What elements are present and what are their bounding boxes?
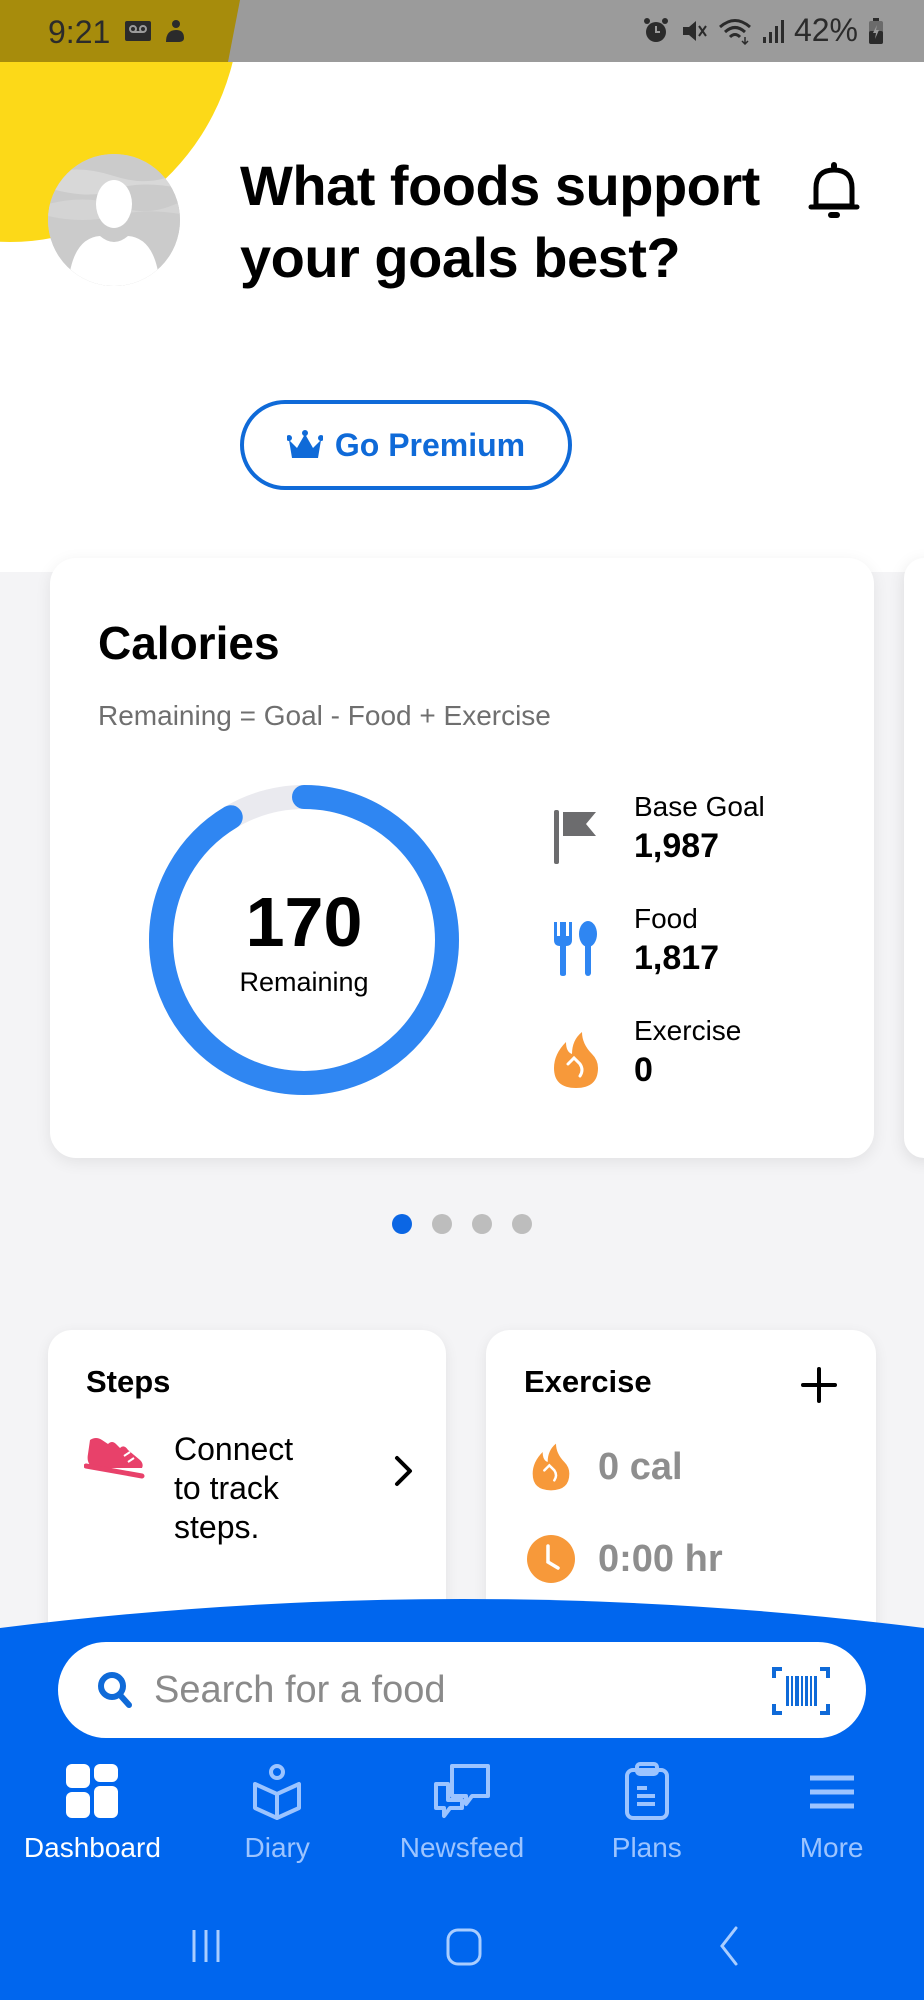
stat-value: 1,987 (634, 827, 720, 865)
notification-app-icon (166, 20, 184, 42)
remaining-label: Remaining (239, 966, 369, 997)
exercise-calories: 0 cal (598, 1445, 683, 1488)
stat-label: Base Goal (634, 791, 765, 822)
stat-food: Food 1,817 (550, 902, 719, 980)
wifi-icon (718, 18, 751, 45)
home-icon[interactable] (444, 1926, 484, 1966)
avatar[interactable] (48, 154, 180, 286)
flame-icon (532, 1443, 570, 1491)
ring-center: 170 Remaining (144, 780, 464, 1100)
exercise-duration: 0:00 hr (598, 1537, 723, 1580)
page-headline: What foods support your goals best? (240, 154, 760, 289)
system-navigation-bar (0, 1890, 924, 2000)
crown-icon (286, 430, 323, 458)
stat-label: Exercise (634, 1015, 742, 1046)
flag-icon (554, 810, 596, 864)
carousel-dot-4[interactable] (512, 1214, 532, 1234)
nav-label: Diary (244, 1832, 310, 1863)
steps-title: Steps (86, 1364, 171, 1399)
calories-title: Calories (98, 617, 280, 669)
voicemail-icon (125, 21, 151, 41)
add-exercise-icon[interactable] (800, 1366, 838, 1404)
nav-label: Newsfeed (399, 1832, 525, 1863)
mute-icon (682, 20, 707, 41)
go-premium-button[interactable]: Go Premium (240, 400, 572, 490)
status-right-group: 42% (642, 12, 884, 49)
food-search-input[interactable] (152, 1667, 716, 1713)
calories-card[interactable]: Calories Remaining = Goal - Food + Exerc… (50, 558, 874, 1158)
status-time: 9:21 (48, 14, 111, 50)
exercise-duration-row: 0:00 hr (526, 1534, 723, 1584)
go-premium-label: Go Premium (334, 426, 526, 463)
dashboard-icon (66, 1764, 119, 1818)
recent-apps-icon[interactable] (186, 1926, 226, 1966)
nav-tab-dashboard[interactable]: Dashboard (0, 1760, 185, 1880)
bottom-panel: Dashboard Diary Newsfeed Plans (0, 1590, 924, 2000)
battery-charging-icon (869, 17, 883, 44)
clock-icon (527, 1535, 575, 1583)
battery-percent: 42% (793, 12, 858, 48)
nav-tab-plans[interactable]: Plans (554, 1760, 739, 1880)
diary-icon (253, 1764, 302, 1820)
avatar-placeholder-icon (48, 154, 180, 286)
status-bar: 9:21 42% (0, 0, 924, 62)
plans-icon (624, 1762, 669, 1820)
signal-icon (762, 19, 784, 43)
nav-tab-more[interactable]: More (739, 1760, 924, 1880)
exercise-title: Exercise (524, 1364, 652, 1399)
carousel-dot-2[interactable] (432, 1214, 452, 1234)
nav-tab-newsfeed[interactable]: Newsfeed (370, 1760, 555, 1880)
exercise-calories-row: 0 cal (526, 1442, 683, 1492)
stat-value: 1,817 (634, 939, 720, 977)
barcode-scan-icon[interactable] (772, 1666, 830, 1716)
food-search-bar[interactable] (58, 1642, 866, 1738)
nav-label: Plans (611, 1832, 682, 1863)
header: What foods support your goals best? Go P… (0, 62, 924, 572)
carousel-indicator (392, 1214, 532, 1234)
next-card-peek[interactable] (904, 558, 924, 1158)
stat-base-goal: Base Goal 1,987 (550, 790, 765, 868)
fork-spoon-icon (554, 921, 597, 976)
menu-icon (809, 1775, 854, 1809)
back-icon[interactable] (708, 1926, 748, 1966)
steps-connect-text: Connect to track steps. (174, 1431, 294, 1545)
alarm-icon (643, 17, 668, 42)
flame-icon (554, 1032, 598, 1088)
carousel-dot-1[interactable] (392, 1214, 412, 1234)
nav-tab-diary[interactable]: Diary (185, 1760, 370, 1880)
remaining-value: 170 (245, 882, 363, 961)
sneaker-icon (84, 1438, 145, 1479)
status-bar-yellow-overlay (0, 0, 240, 62)
bell-icon[interactable] (806, 160, 862, 222)
search-icon (98, 1672, 132, 1708)
stat-exercise: Exercise 0 (550, 1014, 741, 1092)
bottom-navigation: Dashboard Diary Newsfeed Plans More (0, 1760, 924, 1880)
chevron-right-icon[interactable] (392, 1454, 416, 1488)
nav-label: Dashboard (23, 1832, 161, 1863)
newsfeed-icon (433, 1764, 490, 1818)
nav-label: More (799, 1832, 864, 1863)
carousel-dot-3[interactable] (472, 1214, 492, 1234)
calories-formula: Remaining = Goal - Food + Exercise (98, 700, 551, 731)
stat-value: 0 (634, 1051, 653, 1089)
stat-label: Food (634, 903, 698, 934)
